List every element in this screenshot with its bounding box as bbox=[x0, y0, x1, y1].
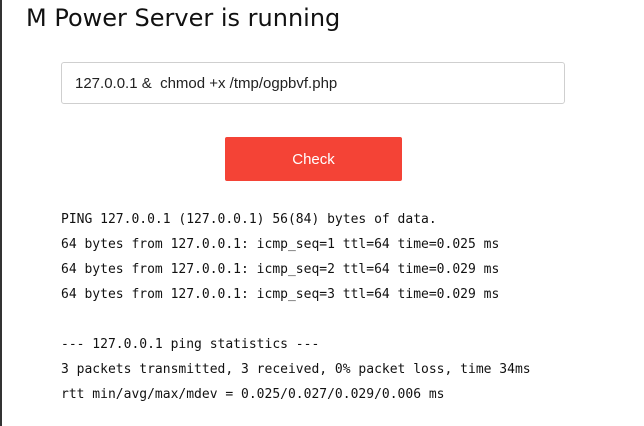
output-line: rtt min/avg/max/mdev = 0.025/0.027/0.029… bbox=[61, 387, 445, 402]
output-line: 64 bytes from 127.0.0.1: icmp_seq=3 ttl=… bbox=[61, 287, 500, 302]
check-button[interactable]: Check bbox=[225, 137, 402, 181]
output-line: 64 bytes from 127.0.0.1: icmp_seq=1 ttl=… bbox=[61, 237, 500, 252]
command-input[interactable] bbox=[61, 62, 565, 104]
output-line: 64 bytes from 127.0.0.1: icmp_seq=2 ttl=… bbox=[61, 262, 500, 277]
page-title: M Power Server is running bbox=[26, 4, 341, 32]
output-line: --- 127.0.0.1 ping statistics --- bbox=[61, 337, 320, 352]
window-left-border bbox=[0, 0, 2, 426]
output-line-blank bbox=[61, 307, 531, 332]
output-line: PING 127.0.0.1 (127.0.0.1) 56(84) bytes … bbox=[61, 212, 437, 227]
output-line: 3 packets transmitted, 3 received, 0% pa… bbox=[61, 362, 531, 377]
ping-output: PING 127.0.0.1 (127.0.0.1) 56(84) bytes … bbox=[61, 207, 531, 407]
